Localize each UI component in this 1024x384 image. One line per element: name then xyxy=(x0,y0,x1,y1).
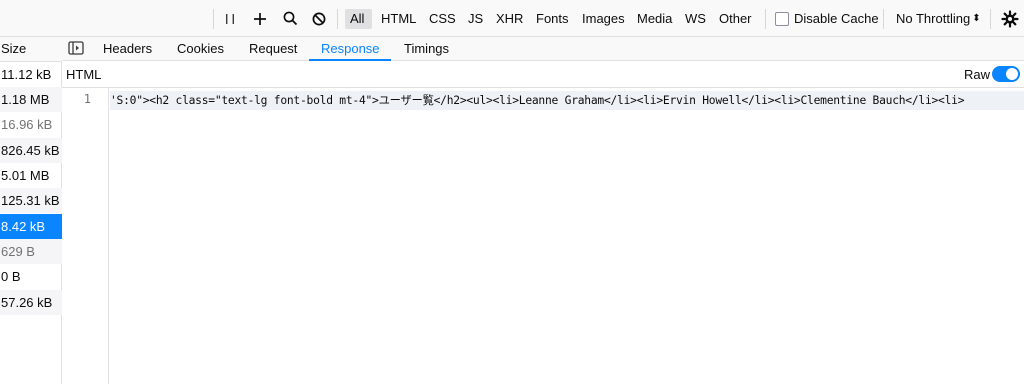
request-row-size[interactable]: 0 B xyxy=(0,264,62,289)
filter-ws-button[interactable]: WS xyxy=(680,9,711,29)
request-row-size[interactable]: 629 B xyxy=(0,239,62,264)
raw-toggle-switch[interactable] xyxy=(992,66,1020,82)
select-arrows-icon: ⬍ xyxy=(972,13,981,24)
disable-cache-checkbox[interactable]: Disable Cache xyxy=(775,0,879,37)
request-row-size[interactable]: 826.45 kB xyxy=(0,138,62,163)
line-number-gutter: 1 xyxy=(62,88,109,384)
request-row-size[interactable]: 11.12 kB xyxy=(0,62,62,87)
toolbar-divider xyxy=(765,9,766,29)
block-icon[interactable] xyxy=(309,0,329,37)
toggle-knob xyxy=(1006,68,1018,80)
response-format-label: HTML xyxy=(66,67,102,82)
filter-all-button[interactable]: All xyxy=(345,9,372,29)
search-icon[interactable] xyxy=(280,0,300,37)
filter-js-button[interactable]: JS xyxy=(463,9,488,29)
response-editor[interactable]: 1 'S:0"><h2 class="text-lg font-bold mt-… xyxy=(62,88,1024,384)
code-line-text: 'S:0"><h2 class="text-lg font-bold mt-4"… xyxy=(110,94,965,107)
line-number: 1 xyxy=(83,92,91,106)
request-details-panel: Headers Cookies Request Response Timings… xyxy=(62,37,1024,384)
toolbar-divider xyxy=(213,9,214,29)
pause-icon[interactable] xyxy=(221,0,239,37)
toolbar-divider xyxy=(337,9,338,29)
tab-timings[interactable]: Timings xyxy=(404,37,449,61)
response-header-bar: HTML Raw xyxy=(62,61,1024,88)
details-tab-bar: Headers Cookies Request Response Timings xyxy=(62,37,1024,61)
throttling-label: No Throttling xyxy=(896,11,971,26)
tab-response[interactable]: Response xyxy=(321,37,380,61)
filter-media-button[interactable]: Media xyxy=(632,9,677,29)
tab-cookies[interactable]: Cookies xyxy=(177,37,224,61)
filter-css-button[interactable]: CSS xyxy=(424,9,461,29)
filter-images-button[interactable]: Images xyxy=(577,9,630,29)
throttling-select[interactable]: No Throttling ⬍ xyxy=(896,0,981,37)
request-row-size[interactable]: 1.18 MB xyxy=(0,87,62,112)
request-row-size-selected[interactable]: 8.42 kB xyxy=(0,214,62,239)
plus-icon[interactable] xyxy=(250,0,270,37)
network-toolbar: All HTML CSS JS XHR Fonts Images Media W… xyxy=(0,0,1024,37)
code-line[interactable]: 'S:0"><h2 class="text-lg font-bold mt-4"… xyxy=(110,91,1024,110)
size-column-header[interactable]: Size xyxy=(0,37,62,62)
toolbar-divider xyxy=(990,9,991,29)
request-row-size[interactable]: 125.31 kB xyxy=(0,188,62,213)
filter-fonts-button[interactable]: Fonts xyxy=(531,9,574,29)
filter-html-button[interactable]: HTML xyxy=(376,9,421,29)
request-row-size[interactable]: 5.01 MB xyxy=(0,163,62,188)
request-list-size-column: Size 11.12 kB 1.18 MB 16.96 kB 826.45 kB… xyxy=(0,37,62,384)
tab-headers[interactable]: Headers xyxy=(103,37,152,61)
gear-icon[interactable] xyxy=(999,0,1021,37)
request-row-size[interactable]: 16.96 kB xyxy=(0,112,62,137)
sidebar-toggle-icon[interactable] xyxy=(68,41,84,57)
toolbar-divider xyxy=(883,9,884,29)
filter-xhr-button[interactable]: XHR xyxy=(491,9,528,29)
raw-toggle-label: Raw xyxy=(964,67,991,82)
disable-cache-label: Disable Cache xyxy=(794,11,879,26)
checkbox-box[interactable] xyxy=(775,11,789,26)
tab-request[interactable]: Request xyxy=(249,37,297,61)
filter-other-button[interactable]: Other xyxy=(714,9,757,29)
request-row-size[interactable]: 57.26 kB xyxy=(0,290,62,315)
